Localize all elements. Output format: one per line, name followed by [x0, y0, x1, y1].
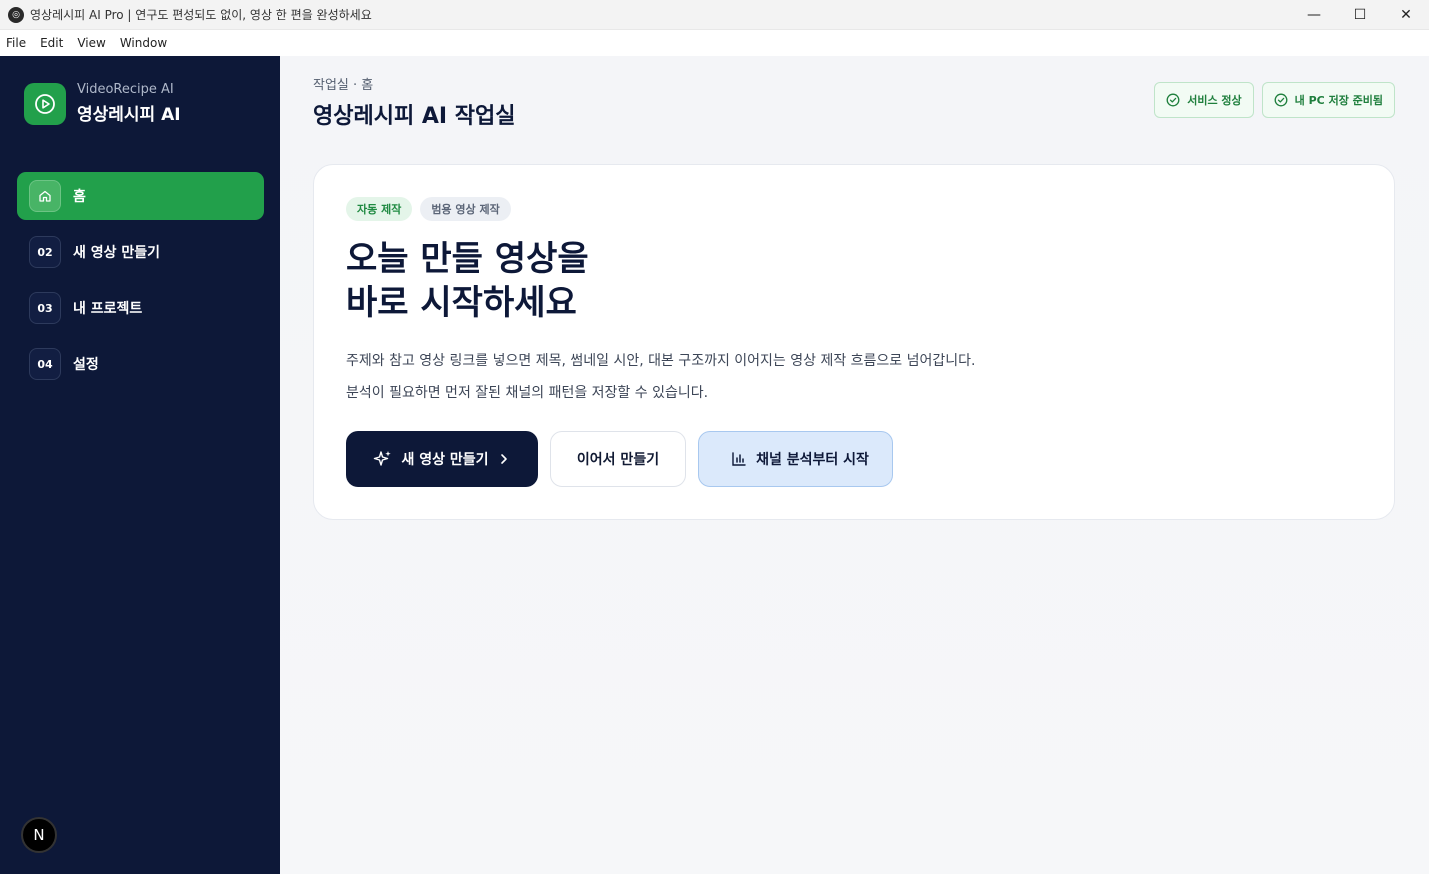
channel-analysis-button[interactable]: 채널 분석부터 시작 — [698, 431, 893, 487]
hero-card: 자동 제작 범용 영상 제작 오늘 만들 영상을 바로 시작하세요 주제와 참고… — [313, 164, 1395, 520]
headline-line-1: 오늘 만들 영상을 — [346, 239, 589, 279]
new-video-button[interactable]: 새 영상 만들기 — [346, 431, 538, 487]
sidebar-item-label: 새 영상 만들기 — [73, 245, 161, 261]
window-controls: — ☐ ✕ — [1291, 0, 1429, 30]
maximize-button[interactable]: ☐ — [1337, 0, 1383, 30]
sidebar-item-new-video[interactable]: 02 새 영상 만들기 — [17, 228, 264, 276]
hero-actions: 새 영상 만들기 이어서 만들기 채널 분석부터 시작 — [346, 431, 905, 487]
sidebar-nav: 홈 02 새 영상 만들기 03 내 프로젝트 04 설정 — [17, 172, 264, 396]
play-icon — [24, 82, 66, 125]
sidebar-item-label: 홈 — [73, 189, 86, 205]
status-area: 서비스 정상 내 PC 저장 준비됨 — [1146, 82, 1395, 118]
sparkle-icon — [374, 451, 392, 466]
sidebar-item-number: 03 — [29, 292, 61, 324]
close-button[interactable]: ✕ — [1383, 0, 1429, 30]
headline-line-2: 바로 시작하세요 — [346, 283, 577, 323]
main-content: 작업실 · 홈 영상레시피 AI 작업실 서비스 정상 내 PC 저장 준비됨 … — [280, 56, 1429, 874]
bar-chart-icon — [732, 452, 746, 466]
menu-view[interactable]: View — [77, 36, 105, 50]
button-label: 새 영상 만들기 — [401, 452, 489, 468]
tag-auto: 자동 제작 — [346, 197, 413, 221]
minimize-button[interactable]: — — [1291, 0, 1337, 30]
check-circle-icon — [1274, 93, 1288, 107]
continue-button[interactable]: 이어서 만들기 — [550, 431, 686, 487]
avatar[interactable]: N — [21, 817, 57, 853]
status-text: 서비스 정상 — [1187, 94, 1242, 107]
chevron-right-icon — [500, 454, 507, 464]
menu-edit[interactable]: Edit — [40, 36, 63, 50]
check-circle-icon — [1166, 93, 1180, 107]
sidebar-item-home[interactable]: 홈 — [17, 172, 264, 220]
sidebar-item-label: 설정 — [73, 357, 99, 373]
menu-window[interactable]: Window — [120, 36, 167, 50]
brand: VideoRecipe AI 영상레시피 AI — [24, 82, 181, 125]
sidebar-item-projects[interactable]: 03 내 프로젝트 — [17, 284, 264, 332]
app-icon: ◎ — [8, 6, 24, 23]
home-icon — [29, 180, 61, 212]
sidebar-item-number: 02 — [29, 236, 61, 268]
tag-general: 범용 영상 제작 — [420, 197, 511, 221]
hero-description: 주제와 참고 영상 링크를 넣으면 제목, 썸네일 시안, 대본 구조까지 이어… — [346, 345, 976, 409]
hero-headline: 오늘 만들 영상을 바로 시작하세요 — [346, 237, 589, 325]
button-label: 이어서 만들기 — [576, 452, 660, 468]
brand-name: 영상레시피 AI — [77, 105, 181, 125]
sidebar-item-label: 내 프로젝트 — [73, 301, 143, 317]
window-title: 영상레시피 AI Pro | 연구도 편성되도 없이, 영상 한 편을 완성하세… — [30, 8, 372, 22]
menu-file[interactable]: File — [6, 36, 26, 50]
tag-list: 자동 제작 범용 영상 제작 — [346, 197, 519, 221]
status-text: 내 PC 저장 준비됨 — [1294, 94, 1383, 107]
title-bar: ◎ 영상레시피 AI Pro | 연구도 편성되도 없이, 영상 한 편을 완성… — [0, 0, 1429, 30]
description-line-2: 분석이 필요하면 먼저 잘된 채널의 패턴을 저장할 수 있습니다. — [346, 385, 709, 401]
status-badge-storage: 내 PC 저장 준비됨 — [1261, 82, 1395, 118]
sidebar-item-number: 04 — [29, 348, 61, 380]
page-title: 영상레시피 AI 작업실 — [313, 104, 516, 129]
description-line-1: 주제와 참고 영상 링크를 넣으면 제목, 썸네일 시안, 대본 구조까지 이어… — [346, 353, 976, 369]
brand-subtitle: VideoRecipe AI — [77, 82, 174, 97]
status-badge-service: 서비스 정상 — [1154, 82, 1254, 118]
menu-bar: File Edit View Window — [0, 30, 1429, 56]
sidebar: VideoRecipe AI 영상레시피 AI 홈 02 새 영상 만들기 03… — [0, 56, 280, 874]
breadcrumb: 작업실 · 홈 — [313, 78, 374, 93]
button-label: 채널 분석부터 시작 — [756, 452, 869, 468]
sidebar-item-settings[interactable]: 04 설정 — [17, 340, 264, 388]
